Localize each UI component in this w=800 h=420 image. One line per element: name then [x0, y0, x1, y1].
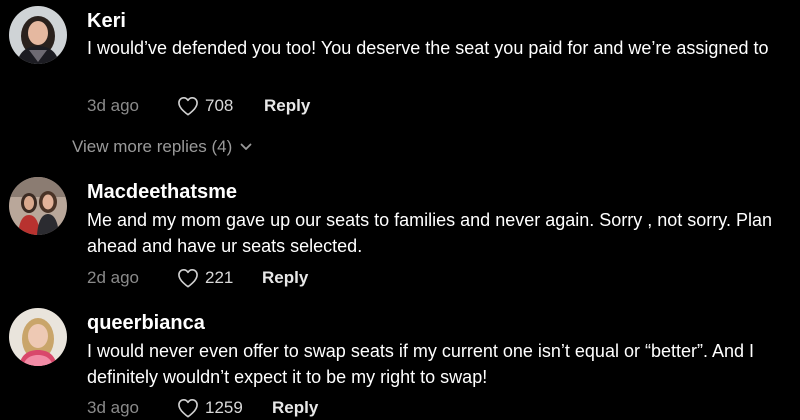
- comment-meta: 3d ago 708 Reply: [87, 94, 310, 118]
- comment-text: I would’ve defended you too! You deserve…: [87, 38, 769, 58]
- avatar[interactable]: [9, 308, 67, 366]
- reply-button[interactable]: Reply: [264, 96, 310, 116]
- comment-time: 3d ago: [87, 96, 139, 115]
- view-more-replies-button[interactable]: View more replies (4): [72, 136, 252, 158]
- like-button[interactable]: 708: [177, 96, 264, 116]
- comment-username[interactable]: queerbianca: [87, 311, 205, 335]
- heart-outline-icon: [178, 269, 198, 288]
- comment-item: Macdeethatsme Me and my mom gave up our …: [0, 170, 800, 300]
- heart-outline-icon: [178, 399, 198, 418]
- like-button[interactable]: 221: [177, 268, 262, 288]
- view-more-label: View more replies (4): [72, 137, 233, 156]
- avatar[interactable]: [9, 6, 67, 64]
- comment-text: Me and my mom gave up our seats to famil…: [87, 210, 772, 256]
- avatar[interactable]: [9, 177, 67, 235]
- comment-time: 2d ago: [87, 268, 139, 287]
- like-button[interactable]: 1259: [177, 398, 272, 418]
- comment-meta: 2d ago 221 Reply: [87, 266, 308, 290]
- reply-button[interactable]: Reply: [262, 268, 308, 288]
- reply-button[interactable]: Reply: [272, 398, 318, 418]
- like-count: 708: [205, 96, 234, 115]
- like-count: 221: [205, 268, 234, 287]
- comment-text: I would never even offer to swap seats i…: [87, 341, 755, 387]
- like-count: 1259: [205, 398, 243, 417]
- comment-username[interactable]: Keri: [87, 9, 126, 33]
- comment-meta: 3d ago 1259 Reply: [87, 396, 318, 420]
- chevron-down-icon: [240, 143, 252, 150]
- comment-time: 3d ago: [87, 398, 139, 417]
- comment-item: Keri I would’ve defended you too! You de…: [0, 0, 800, 130]
- comment-username[interactable]: Macdeethatsme: [87, 180, 237, 204]
- heart-outline-icon: [178, 97, 198, 116]
- comment-item: queerbianca I would never even offer to …: [0, 300, 800, 418]
